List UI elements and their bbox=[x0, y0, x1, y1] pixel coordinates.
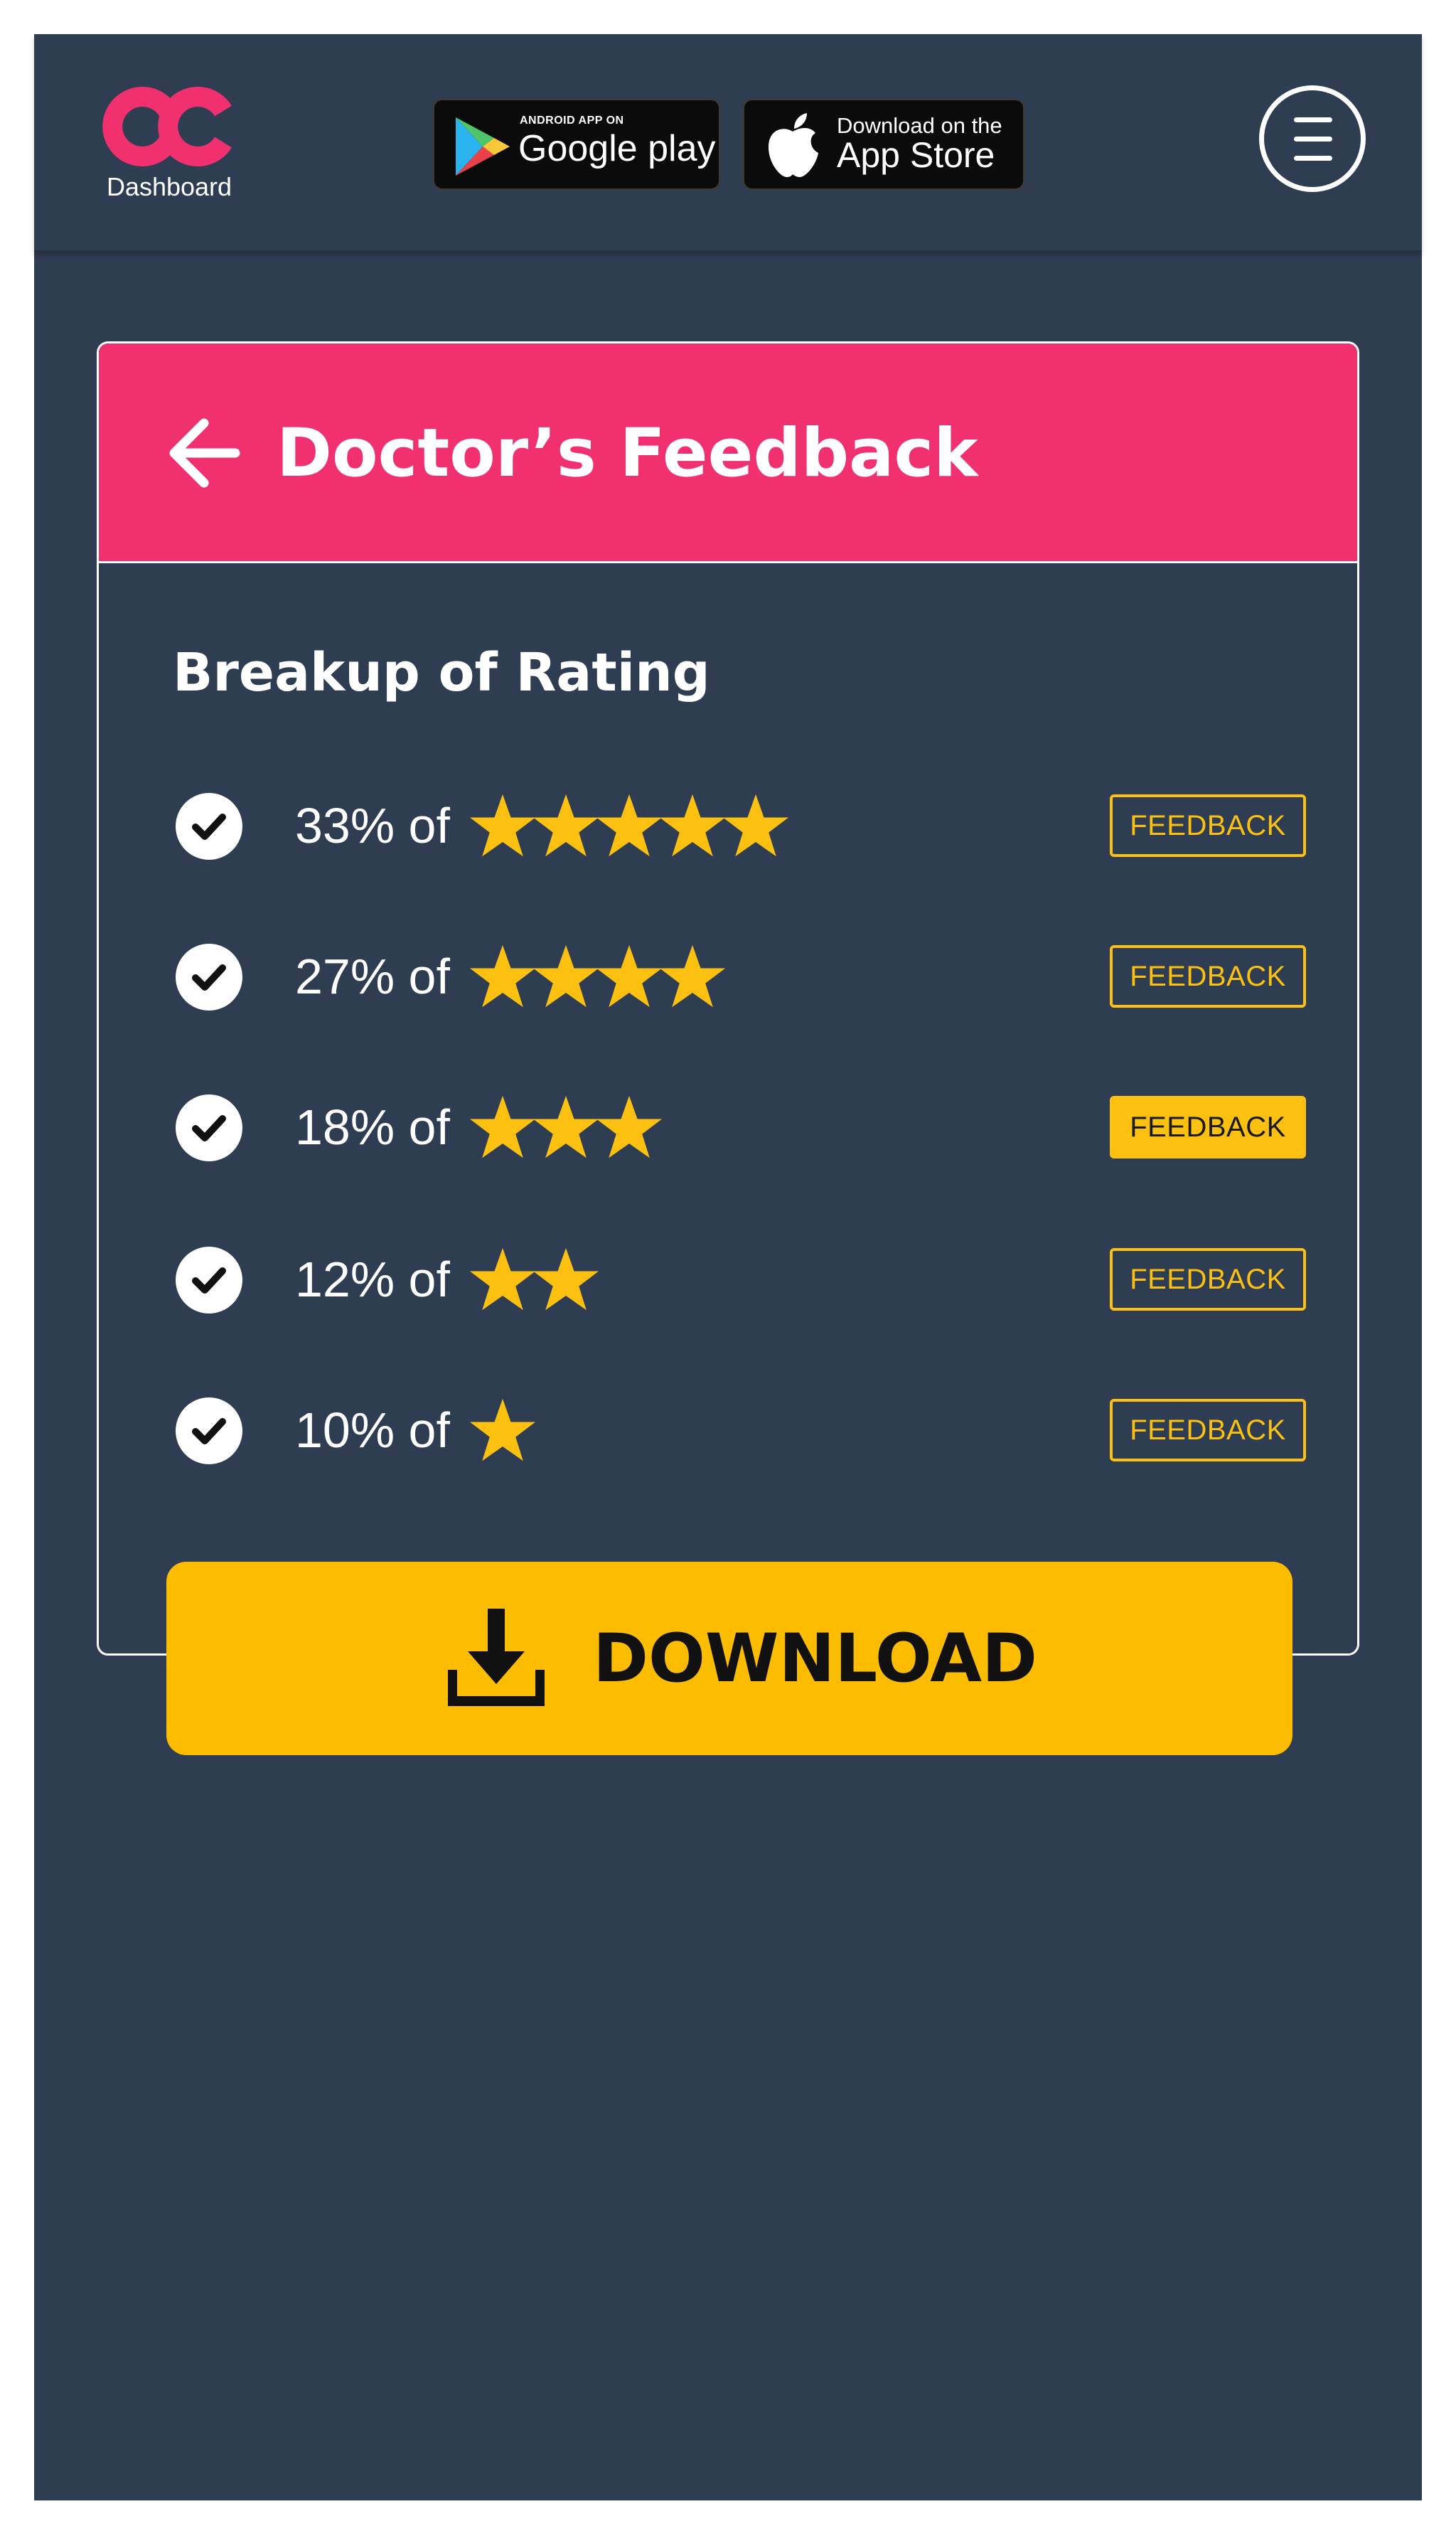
star-icon bbox=[532, 944, 599, 1008]
star-icon bbox=[469, 944, 536, 1008]
google-play-big-text: Google play bbox=[518, 128, 716, 169]
star-icon bbox=[596, 1095, 663, 1158]
rating-row: 18% of FEEDBACK bbox=[99, 1086, 1357, 1171]
download-icon bbox=[448, 1609, 545, 1706]
checkmark-circle-icon bbox=[176, 1247, 242, 1314]
app-store-button[interactable]: Download on the App Store bbox=[742, 98, 1025, 191]
app-screen: Dashboard ANDROID APP ON Google play Dow… bbox=[34, 34, 1422, 2500]
hamburger-bar bbox=[1294, 137, 1332, 142]
feedback-button[interactable]: FEEDBACK bbox=[1110, 945, 1306, 1008]
rating-percent-text: 27% of bbox=[295, 949, 450, 1004]
rating-percent-text: 33% of bbox=[295, 798, 450, 853]
rating-percent-text: 10% of bbox=[295, 1402, 450, 1458]
rating-row: 33% of FEEDBACK bbox=[99, 784, 1357, 870]
hamburger-menu-icon bbox=[1294, 117, 1332, 122]
app-store-big-text: App Store bbox=[837, 135, 995, 175]
top-header: Dashboard ANDROID APP ON Google play Dow… bbox=[34, 34, 1422, 252]
checkmark-circle-icon bbox=[176, 1094, 242, 1161]
star-icon bbox=[469, 1398, 536, 1461]
star-rating bbox=[469, 1398, 536, 1461]
star-rating bbox=[469, 1247, 599, 1311]
star-icon bbox=[532, 1247, 599, 1311]
checkmark-circle-icon bbox=[176, 793, 242, 860]
feedback-button[interactable]: FEEDBACK bbox=[1110, 1096, 1306, 1158]
checkmark-circle-icon bbox=[176, 1397, 242, 1464]
google-play-icon bbox=[456, 117, 510, 176]
star-icon bbox=[469, 794, 536, 857]
star-icon bbox=[469, 1095, 536, 1158]
star-rating bbox=[469, 1095, 663, 1158]
feedback-button[interactable]: FEEDBACK bbox=[1110, 794, 1306, 857]
star-rating bbox=[469, 794, 789, 857]
star-icon bbox=[596, 944, 663, 1008]
checkmark-circle-icon bbox=[176, 944, 242, 1011]
oc-logo-icon bbox=[102, 87, 232, 166]
hamburger-bar bbox=[1294, 156, 1332, 161]
star-icon bbox=[532, 1095, 599, 1158]
star-icon bbox=[532, 794, 599, 857]
download-button[interactable]: DOWNLOAD bbox=[166, 1562, 1292, 1755]
logo-label: Dashboard bbox=[106, 172, 232, 201]
star-rating bbox=[469, 944, 726, 1008]
star-icon bbox=[659, 794, 726, 857]
hamburger-menu-button[interactable] bbox=[1259, 85, 1366, 192]
google-play-small-text: ANDROID APP ON bbox=[520, 114, 624, 127]
apple-icon bbox=[769, 113, 818, 177]
rating-list: 33% of FEEDBACK 27% of FEEDBACK 18% of FEEDBA… bbox=[99, 343, 1357, 1624]
star-icon bbox=[469, 1247, 536, 1311]
rating-row: 10% of FEEDBACK bbox=[99, 1389, 1357, 1474]
rating-row: 12% of FEEDBACK bbox=[99, 1238, 1357, 1323]
star-icon bbox=[596, 794, 663, 857]
star-icon bbox=[659, 944, 726, 1008]
google-play-button[interactable]: ANDROID APP ON Google play bbox=[432, 98, 721, 191]
rating-percent-text: 12% of bbox=[295, 1252, 450, 1307]
feedback-button[interactable]: FEEDBACK bbox=[1110, 1399, 1306, 1461]
rating-row: 27% of FEEDBACK bbox=[99, 935, 1357, 1021]
star-icon bbox=[722, 794, 789, 857]
doctor-feedback-card: Doctor’s Feedback Breakup of Rating 33% … bbox=[97, 341, 1359, 1656]
rating-percent-text: 18% of bbox=[295, 1099, 450, 1155]
feedback-button[interactable]: FEEDBACK bbox=[1110, 1248, 1306, 1311]
dashboard-logo-link[interactable]: Dashboard bbox=[98, 84, 240, 219]
download-label: DOWNLOAD bbox=[593, 1620, 1037, 1698]
